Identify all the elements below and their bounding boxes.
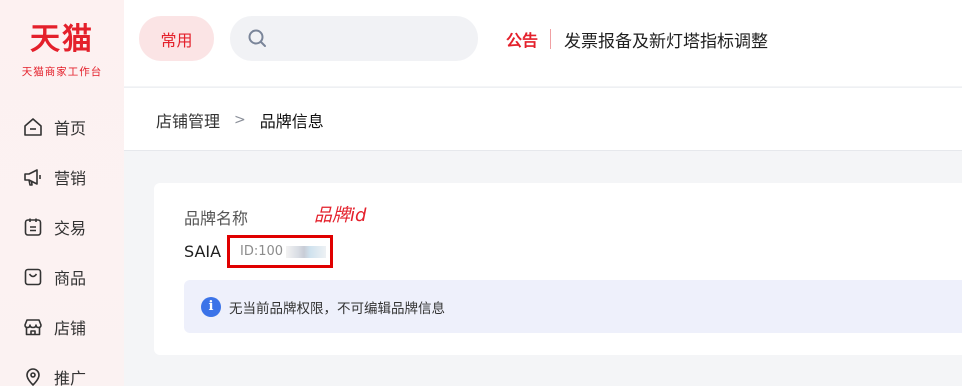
trade-icon <box>24 218 42 236</box>
breadcrumb-separator: > <box>234 112 246 128</box>
search-icon <box>248 29 266 47</box>
top-header: 常用 公告 发票报备及新灯塔指标调整 <box>124 0 962 86</box>
logo-subtitle: 天猫商家工作台 <box>21 66 103 78</box>
sidebar: 天猫 天猫商家工作台 首页 营销 交易 商品 店铺 推广 <box>0 0 124 386</box>
announcement: 公告 发票报备及新灯塔指标调整 <box>506 27 768 52</box>
sidebar-item-label: 店铺 <box>54 319 87 338</box>
sidebar-item-label: 商品 <box>54 269 87 288</box>
permission-notice: i 无当前品牌权限，不可编辑品牌信息 <box>184 280 962 333</box>
brand-id-text: ID:100 <box>240 244 284 259</box>
sidebar-item-store[interactable]: 店铺 <box>22 314 86 340</box>
announcement-link[interactable]: 发票报备及新灯塔指标调整 <box>564 27 768 52</box>
sidebar-item-label: 营销 <box>54 169 87 188</box>
breadcrumb-bar: 店铺管理 > 品牌信息 <box>124 87 962 151</box>
brand-id-redacted <box>286 245 327 258</box>
location-icon <box>26 368 40 386</box>
sidebar-item-home[interactable]: 首页 <box>22 114 86 140</box>
breadcrumb-parent-link[interactable]: 店铺管理 <box>156 108 220 132</box>
store-icon <box>24 319 42 336</box>
breadcrumb: 店铺管理 > 品牌信息 <box>156 108 324 132</box>
sidebar-item-label: 交易 <box>54 219 87 238</box>
sidebar-item-products[interactable]: 商品 <box>22 264 86 290</box>
megaphone-icon <box>24 169 41 186</box>
brand-id-highlight-box: ID:100 <box>227 235 333 268</box>
announcement-label: 公告 <box>506 31 539 50</box>
quick-access-button[interactable]: 常用 <box>139 16 214 61</box>
search-input[interactable] <box>230 16 478 61</box>
shopping-bag-icon <box>24 268 42 286</box>
sidebar-item-label: 推广 <box>54 369 87 386</box>
sidebar-item-promotion[interactable]: 推广 <box>22 364 86 386</box>
brand-id-annotation: 品牌id <box>314 205 367 226</box>
brand-name-value: SAIA <box>184 242 222 261</box>
permission-notice-text: 无当前品牌权限，不可编辑品牌信息 <box>229 300 445 317</box>
sidebar-item-marketing[interactable]: 营销 <box>22 164 86 190</box>
home-icon <box>24 118 42 136</box>
announcement-divider <box>550 29 552 49</box>
sidebar-item-trade[interactable]: 交易 <box>22 214 86 240</box>
logo-mark: 天猫 <box>30 22 94 57</box>
brand-id-value: ID:100 <box>240 244 327 259</box>
brand-name-label: 品牌名称 <box>184 209 249 228</box>
info-icon: i <box>201 296 221 317</box>
brand-info-card: 品牌名称 品牌id SAIA ID:100 i 无当前品牌权限，不可编辑品牌信息 <box>154 183 962 355</box>
sidebar-item-label: 首页 <box>54 119 87 138</box>
page-title: 品牌信息 <box>259 112 324 131</box>
tmall-logo[interactable]: 天猫 天猫商家工作台 <box>0 22 124 79</box>
